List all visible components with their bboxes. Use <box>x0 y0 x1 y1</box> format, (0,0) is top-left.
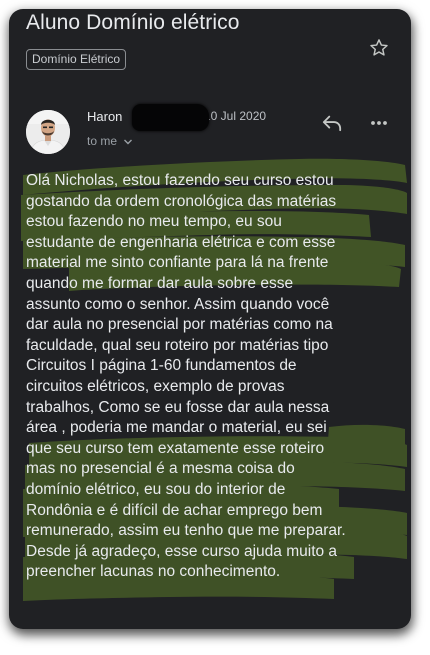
star-outline-icon <box>370 39 388 56</box>
more-options-button[interactable] <box>369 113 389 133</box>
email-body: Olá Nicholas, estou fazendo seu curso es… <box>26 172 346 581</box>
reply-icon <box>322 115 342 132</box>
recipient-details[interactable]: to me <box>87 134 133 148</box>
recipient-label: to me <box>87 134 118 148</box>
reply-button[interactable] <box>321 113 343 133</box>
more-vert-icon <box>371 121 387 125</box>
sender-name[interactable]: Haron <box>87 109 122 124</box>
email-view: Aluno Domínio elétrico Domínio Elétrico … <box>9 9 411 629</box>
sender-avatar[interactable] <box>26 110 70 154</box>
email-date: 10 Jul 2020 <box>204 109 267 123</box>
label-chip[interactable]: Domínio Elétrico <box>26 49 127 70</box>
chevron-down-icon <box>124 139 133 145</box>
star-button[interactable] <box>368 37 390 59</box>
avatar-photo <box>26 110 70 154</box>
redaction-mark <box>132 104 209 131</box>
email-subject: Aluno Domínio elétrico <box>26 11 240 34</box>
